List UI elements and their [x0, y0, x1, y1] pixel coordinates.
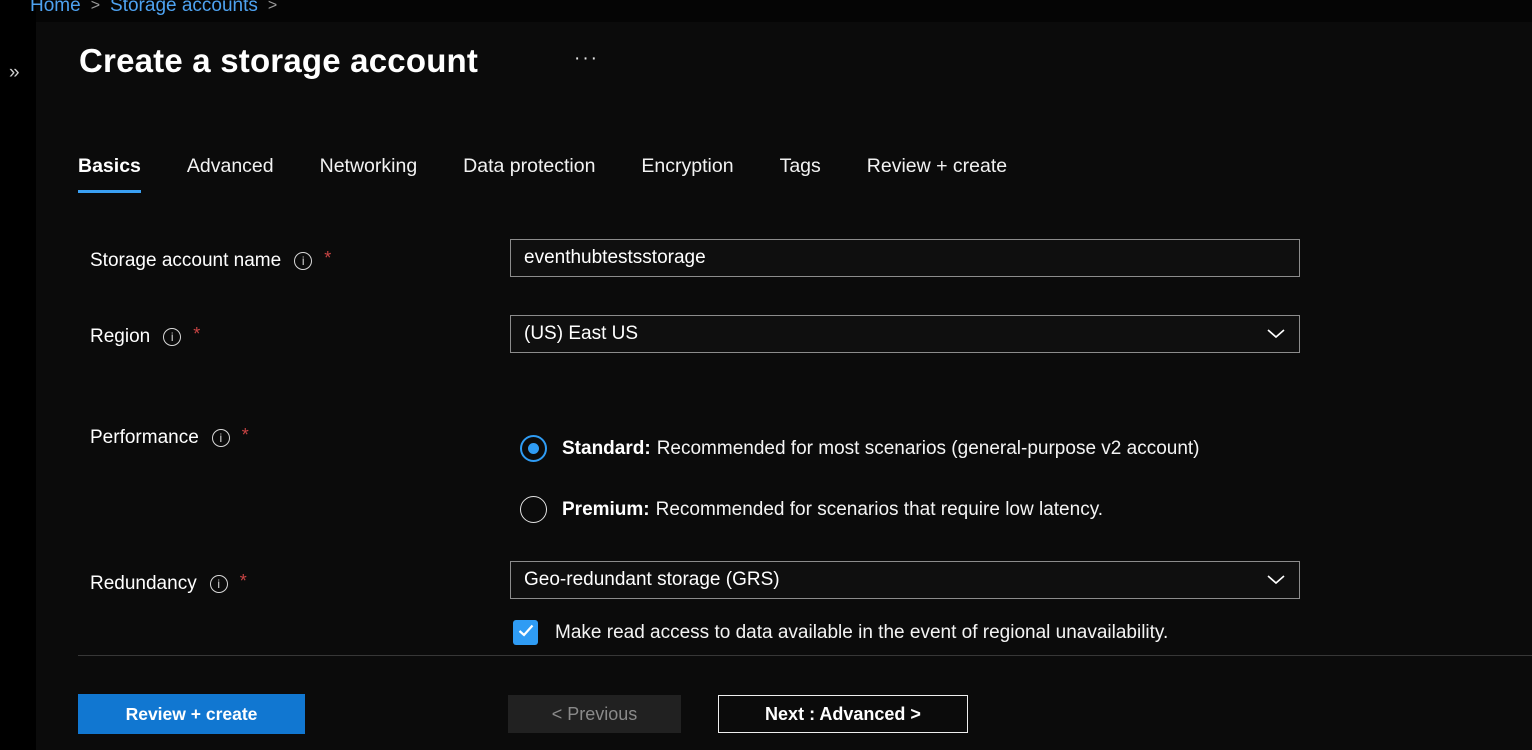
required-asterisk: * [240, 571, 247, 592]
footer-divider [78, 655, 1532, 656]
redundancy-label: Redundancy i * [90, 573, 247, 595]
performance-premium-text: Premium: Recommended for scenarios that r… [562, 499, 1103, 521]
tab-tags[interactable]: Tags [780, 155, 821, 193]
read-access-checkbox[interactable] [513, 620, 538, 645]
region-label-text: Region [90, 326, 150, 348]
more-options-icon[interactable]: ··· [574, 48, 599, 70]
performance-standard-description: Recommended for most scenarios (general-… [657, 438, 1200, 459]
check-icon [518, 624, 534, 642]
performance-premium-name: Premium: [562, 499, 650, 520]
region-select[interactable]: (US) East US [510, 315, 1300, 353]
tab-review-create[interactable]: Review + create [867, 155, 1007, 193]
tab-data-protection[interactable]: Data protection [463, 155, 595, 193]
radio-button-standard[interactable] [520, 435, 547, 462]
required-asterisk: * [324, 248, 331, 269]
performance-option-standard[interactable]: Standard: Recommended for most scenarios … [520, 435, 1200, 462]
tab-advanced[interactable]: Advanced [187, 155, 274, 193]
tab-networking[interactable]: Networking [320, 155, 418, 193]
tab-encryption[interactable]: Encryption [641, 155, 733, 193]
breadcrumb-storage-accounts-link[interactable]: Storage accounts [110, 0, 258, 17]
breadcrumb-separator-icon: > [268, 0, 277, 15]
chevron-down-icon [1266, 323, 1286, 345]
redundancy-label-text: Redundancy [90, 573, 197, 595]
performance-label-text: Performance [90, 427, 199, 449]
performance-label: Performance i * [90, 427, 249, 449]
left-rail [0, 0, 36, 750]
required-asterisk: * [193, 324, 200, 345]
redundancy-selected-value: Geo-redundant storage (GRS) [524, 569, 780, 591]
previous-button[interactable]: < Previous [508, 695, 681, 733]
create-storage-account-page: Home > Storage accounts > » Create a sto… [0, 0, 1532, 750]
tab-basics[interactable]: Basics [78, 155, 141, 193]
tab-bar: Basics Advanced Networking Data protecti… [78, 155, 1007, 193]
redundancy-select[interactable]: Geo-redundant storage (GRS) [510, 561, 1300, 599]
region-label: Region i * [90, 326, 200, 348]
required-asterisk: * [242, 425, 249, 446]
review-create-button[interactable]: Review + create [78, 694, 305, 734]
next-advanced-button[interactable]: Next : Advanced > [718, 695, 968, 733]
radio-button-premium[interactable] [520, 496, 547, 523]
expand-panel-icon[interactable]: » [9, 62, 20, 84]
info-icon[interactable]: i [212, 429, 230, 447]
breadcrumb-separator-icon: > [91, 0, 100, 15]
read-access-checkbox-label: Make read access to data available in th… [555, 622, 1168, 644]
performance-option-premium[interactable]: Premium: Recommended for scenarios that r… [520, 496, 1103, 523]
storage-account-name-label: Storage account name i * [90, 250, 331, 272]
breadcrumb-home-link[interactable]: Home [30, 0, 81, 17]
storage-account-name-input[interactable] [510, 239, 1300, 277]
info-icon[interactable]: i [294, 252, 312, 270]
chevron-down-icon [1266, 569, 1286, 591]
info-icon[interactable]: i [210, 575, 228, 593]
read-access-checkbox-row: Make read access to data available in th… [513, 620, 1168, 645]
info-icon[interactable]: i [163, 328, 181, 346]
performance-standard-name: Standard: [562, 438, 651, 459]
region-selected-value: (US) East US [524, 323, 638, 345]
page-title: Create a storage account [79, 42, 478, 80]
performance-standard-text: Standard: Recommended for most scenarios … [562, 438, 1200, 460]
breadcrumb: Home > Storage accounts > [30, 0, 277, 17]
performance-premium-description: Recommended for scenarios that require l… [656, 499, 1103, 520]
storage-account-name-label-text: Storage account name [90, 250, 281, 272]
